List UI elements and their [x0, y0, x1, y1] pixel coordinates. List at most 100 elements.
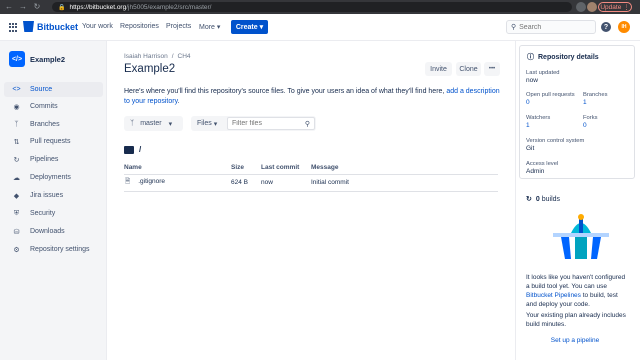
open-prs-value[interactable]: 0 [526, 99, 575, 107]
sidebar-item-downloads[interactable]: ⛁ Downloads [4, 224, 103, 239]
top-navigation: Bitbucket Your work Repositories Project… [0, 14, 640, 41]
gear-icon: ⚙ [13, 246, 20, 254]
repository-details-header[interactable]: ⓘ Repository details [527, 52, 599, 62]
column-header-message[interactable]: Message [311, 161, 498, 175]
builds-header[interactable]: ↻ 0 builds [526, 195, 560, 204]
intro-text: Here's where you'll find this repository… [124, 87, 502, 107]
sidebar: </> Example2 <> Source ◉ Commits ᛉ Branches… [0, 41, 107, 360]
file-message[interactable]: Initial commit [311, 174, 498, 192]
builds-icon: ↻ [526, 196, 532, 203]
forward-icon[interactable]: → [18, 2, 28, 11]
profile-icon[interactable] [587, 2, 597, 12]
sidebar-item-pull-requests[interactable]: ⇅ Pull requests [4, 134, 103, 149]
last-updated-field: Last updated now [526, 69, 560, 85]
repository-details-card: ⓘ Repository details Last updated now Op… [519, 45, 635, 179]
branches-value[interactable]: 1 [583, 99, 608, 107]
sidebar-item-deployments[interactable]: ☁ Deployments [4, 170, 103, 185]
repo-name: Example2 [30, 54, 66, 64]
avatar[interactable]: IH [618, 21, 630, 33]
commit-icon: ◉ [13, 103, 20, 111]
last-updated-value: now [526, 77, 538, 84]
bitbucket-logo[interactable]: Bitbucket [23, 21, 78, 32]
invite-button[interactable]: Invite [425, 62, 452, 76]
app-switcher-icon[interactable] [9, 23, 18, 32]
search-input[interactable] [519, 23, 590, 31]
right-panel: ⓘ Repository details Last updated now Op… [515, 41, 640, 360]
sidebar-item-label: Pipelines [30, 156, 59, 163]
files-dropdown[interactable]: Files ▾ [191, 120, 227, 128]
create-button[interactable]: Create ▾ [231, 20, 268, 34]
branches-field: Branches 1 [583, 91, 608, 107]
nav-more-label: More [199, 24, 215, 31]
sidebar-item-repository-settings[interactable]: ⚙ Repository settings [4, 242, 103, 257]
shield-icon: ⛨ [13, 209, 20, 217]
bitbucket-pipelines-link[interactable]: Bitbucket Pipelines [526, 292, 581, 299]
table-row[interactable]: 🗎 .gitignore 624 B now Initial commit [124, 174, 498, 192]
update-button[interactable]: Update ⋮ [598, 2, 632, 12]
access-level-label: Access level [526, 161, 559, 167]
breadcrumb-project[interactable]: CH4 [178, 53, 191, 60]
back-icon[interactable]: ← [4, 2, 14, 11]
forks-value[interactable]: 0 [583, 122, 598, 130]
sidebar-item-label: Security [30, 210, 56, 217]
access-level-value: Admin [526, 168, 545, 175]
folder-icon [124, 145, 134, 154]
file-name-cell[interactable]: 🗎 .gitignore [124, 174, 231, 192]
branches-label: Branches [583, 92, 608, 98]
bitbucket-logo-icon [23, 21, 34, 32]
file-name[interactable]: .gitignore [138, 178, 165, 185]
column-header-last-commit[interactable]: Last commit [254, 161, 311, 175]
logo-text: Bitbucket [37, 21, 79, 32]
sidebar-item-security[interactable]: ⛨ Security [4, 206, 103, 221]
vcs-field: Version control system Git [526, 137, 584, 153]
deployments-icon: ☁ [13, 174, 20, 182]
reload-icon[interactable]: ↻ [32, 2, 42, 11]
repo-header[interactable]: </> Example2 [9, 51, 65, 67]
pipelines-illustration-icon [553, 214, 609, 259]
sidebar-item-source[interactable]: <> Source [4, 82, 103, 97]
watchers-value[interactable]: 1 [526, 122, 550, 130]
setup-pipeline-link[interactable]: Set up a pipeline [516, 337, 634, 344]
access-level-field: Access level Admin [526, 160, 558, 176]
column-header-size[interactable]: Size [231, 161, 254, 175]
clone-button[interactable]: Clone [456, 62, 481, 76]
open-prs-label: Open pull requests [526, 92, 575, 98]
branch-icon: ᛉ [14, 121, 19, 128]
breadcrumb-separator: / [171, 53, 174, 60]
open-prs-field: Open pull requests 0 [526, 91, 575, 107]
file-icon: 🗎 [125, 178, 131, 185]
breadcrumb-owner[interactable]: Isaiah Harrison [124, 53, 168, 60]
builds-card: ↻ 0 builds It looks like you haven't con… [519, 189, 635, 357]
help-icon[interactable]: ? [601, 22, 611, 32]
sidebar-item-jira-issues[interactable]: ◆ Jira issues [4, 188, 103, 203]
builds-text-start: It looks like you haven't configured a b… [526, 274, 626, 290]
filter-files-field[interactable]: ⚲ [227, 117, 315, 130]
extension-icon[interactable] [576, 2, 586, 12]
current-path: / [124, 145, 141, 154]
sidebar-item-label: Source [30, 86, 53, 93]
builds-count: 0 [535, 195, 540, 203]
main-content: Isaiah Harrison / CH4 Example2 Invite Clon… [107, 41, 515, 360]
column-header-name[interactable]: Name [124, 161, 231, 175]
files-filter-group: Files ▾ ⚲ [191, 116, 316, 131]
sidebar-item-branches[interactable]: ᛉ Branches [4, 117, 103, 132]
sidebar-item-label: Deployments [30, 174, 71, 181]
sidebar-item-commits[interactable]: ◉ Commits [4, 99, 103, 114]
nav-more[interactable]: More ▾ [199, 23, 220, 31]
url-host: https://bitbucket.org [69, 3, 127, 11]
watchers-field: Watchers 1 [526, 114, 550, 130]
sidebar-item-pipelines[interactable]: ↻ Pipelines [4, 152, 103, 167]
nav-repositories[interactable]: Repositories [120, 23, 159, 30]
search-box[interactable]: ⚲ [506, 20, 596, 34]
download-icon: ⛁ [13, 228, 20, 236]
nav-projects[interactable]: Projects [166, 23, 191, 30]
more-actions-button[interactable]: ••• [484, 62, 500, 76]
sidebar-item-label: Repository settings [30, 246, 90, 253]
breadcrumb: Isaiah Harrison / CH4 [124, 53, 191, 60]
nav-your-work[interactable]: Your work [82, 23, 113, 30]
files-dropdown-label: Files [197, 120, 212, 127]
branch-selector[interactable]: ᛉ master ▾ [124, 116, 183, 131]
address-bar[interactable]: 🔒 https://bitbucket.org/jh5005/example2/… [52, 2, 572, 12]
browser-toolbar: ← → ↻ 🔒 https://bitbucket.org/jh5005/exa… [0, 0, 640, 14]
filter-files-input[interactable] [232, 120, 302, 127]
